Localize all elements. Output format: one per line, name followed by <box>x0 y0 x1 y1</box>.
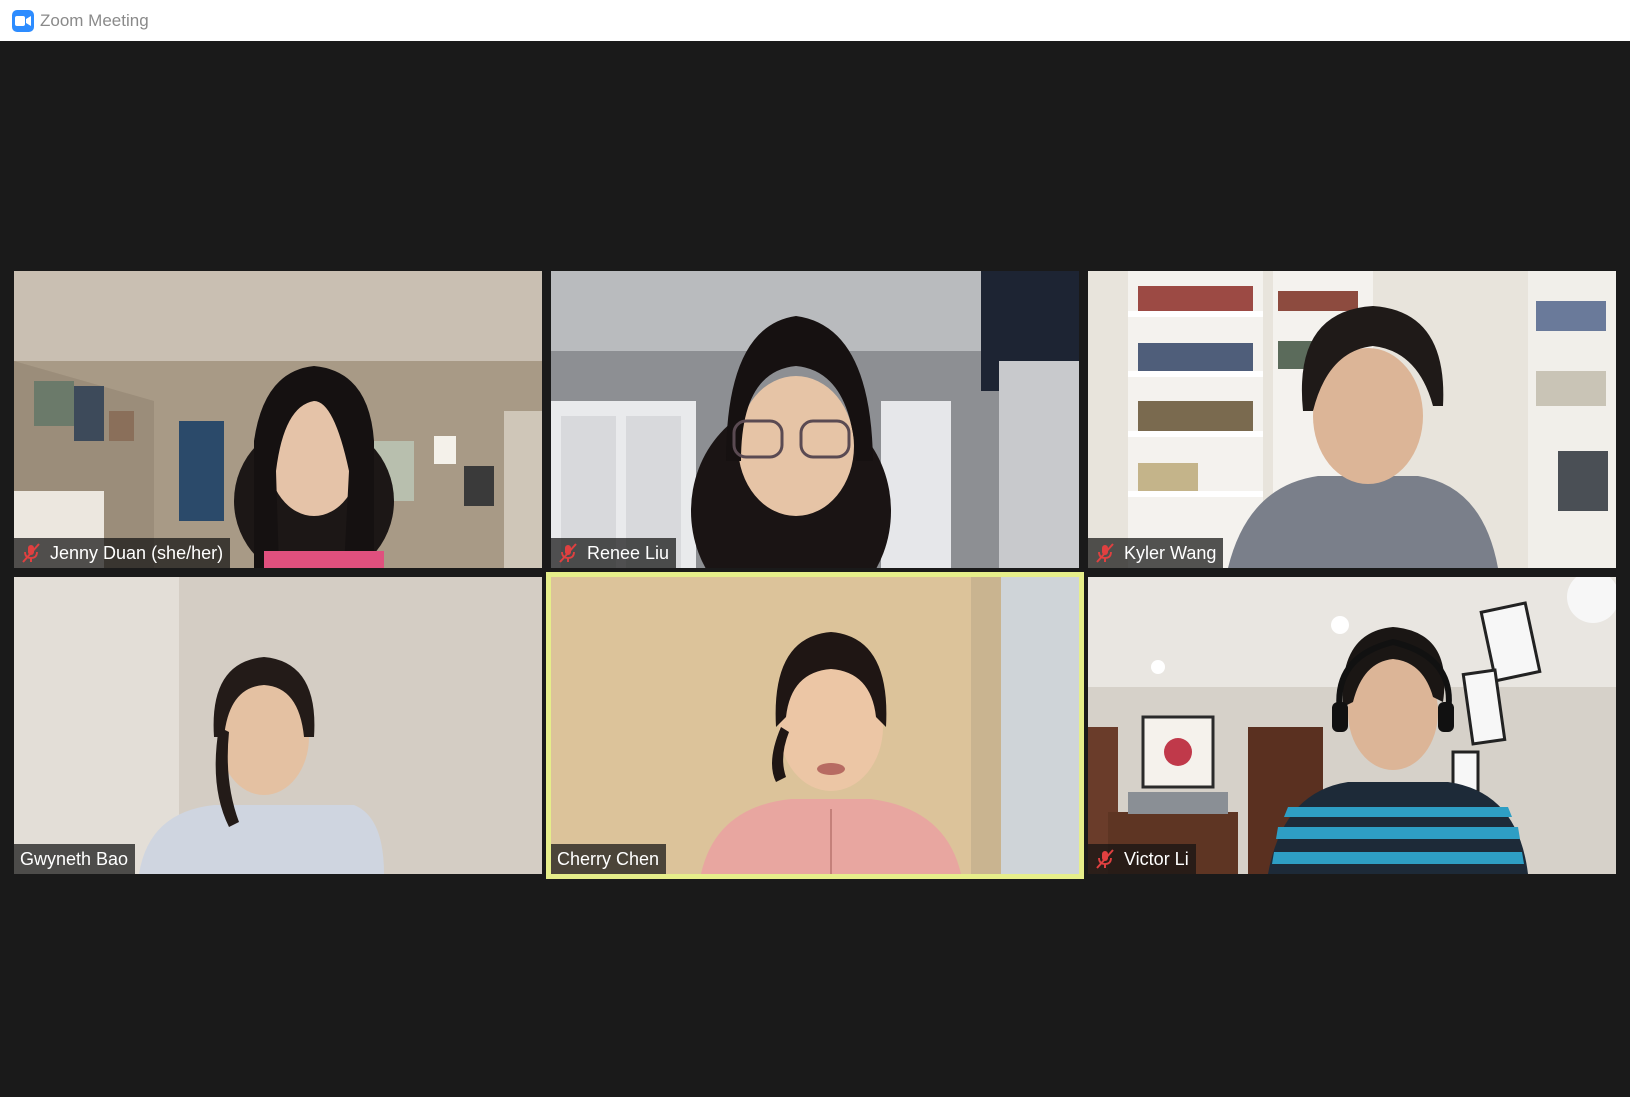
video-feed <box>1088 271 1616 568</box>
video-feed <box>1088 577 1616 874</box>
participant-name: Kyler Wang <box>1124 542 1217 563</box>
participant-name: Renee Liu <box>587 542 670 563</box>
participant-name-tag: Kyler Wang <box>1088 538 1224 568</box>
participant-name-tag: Victor Li <box>1088 844 1196 874</box>
video-feed <box>551 577 1079 874</box>
video-tile-cherry-chen[interactable]: Cherry Chen <box>551 577 1079 874</box>
muted-microphone-icon <box>557 542 579 564</box>
muted-microphone-icon <box>20 542 42 564</box>
participant-name-tag: Gwyneth Bao <box>14 844 136 874</box>
muted-microphone-icon <box>1094 542 1116 564</box>
video-tile-jenny-duan[interactable]: Jenny Duan (she/her) <box>14 271 542 568</box>
video-feed <box>14 271 542 568</box>
window-title: Zoom Meeting <box>40 10 149 30</box>
video-tile-victor-li[interactable]: Victor Li <box>1088 577 1616 874</box>
participant-name-tag: Renee Liu <box>551 538 677 568</box>
participant-name: Jenny Duan (she/her) <box>50 542 224 563</box>
video-tile-gwyneth-bao[interactable]: Gwyneth Bao <box>14 577 542 874</box>
title-bar: Zoom Meeting <box>0 0 1630 41</box>
participant-name-tag: Cherry Chen <box>551 844 667 874</box>
participant-name: Victor Li <box>1124 848 1189 869</box>
video-feed <box>551 271 1079 568</box>
zoom-camera-icon <box>12 9 34 32</box>
participant-name: Cherry Chen <box>557 848 660 869</box>
video-tile-renee-liu[interactable]: Renee Liu <box>551 271 1079 568</box>
participant-name-tag: Jenny Duan (she/her) <box>14 538 231 568</box>
participant-name: Gwyneth Bao <box>20 848 129 869</box>
video-tile-kyler-wang[interactable]: Kyler Wang <box>1088 271 1616 568</box>
muted-microphone-icon <box>1094 848 1116 870</box>
video-feed <box>14 577 542 874</box>
video-gallery: Jenny Duan (she/her) Renee Liu Kyler Wan… <box>0 41 1630 1097</box>
